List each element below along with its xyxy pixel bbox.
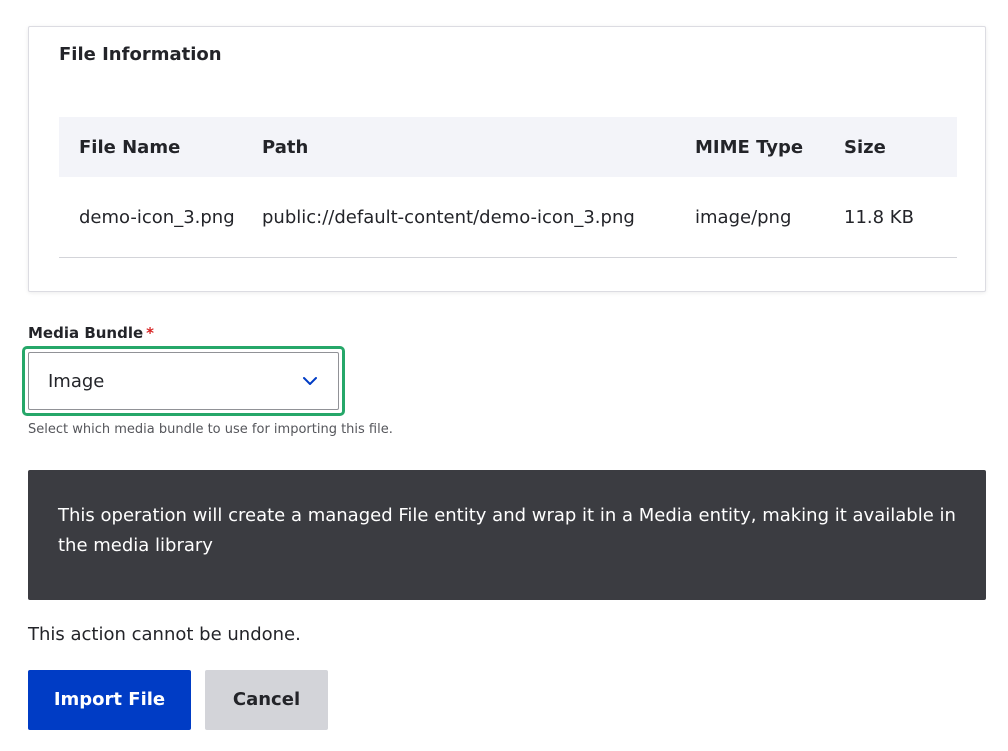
import-file-page: File Information File Name Path MIME Typ… bbox=[0, 0, 1008, 751]
table-row: demo-icon_3.png public://default-content… bbox=[59, 177, 957, 258]
column-header-size: Size bbox=[844, 117, 957, 177]
file-information-table: File Name Path MIME Type Size demo-icon_… bbox=[59, 117, 957, 258]
media-bundle-help-text: Select which media bundle to use for imp… bbox=[28, 422, 393, 437]
cancel-button[interactable]: Cancel bbox=[205, 670, 328, 730]
undo-warning-text: This action cannot be undone. bbox=[28, 624, 301, 645]
operation-notice-text: This operation will create a managed Fil… bbox=[58, 505, 956, 556]
cell-path: public://default-content/demo-icon_3.png bbox=[262, 177, 695, 258]
import-file-button[interactable]: Import File bbox=[28, 670, 191, 730]
chevron-down-icon bbox=[303, 377, 317, 385]
cell-mime-type: image/png bbox=[695, 177, 844, 258]
cell-file-name: demo-icon_3.png bbox=[59, 177, 262, 258]
required-marker: * bbox=[146, 324, 155, 342]
file-information-card: File Information File Name Path MIME Typ… bbox=[28, 26, 986, 292]
file-information-title: File Information bbox=[59, 44, 222, 65]
column-header-mime-type: MIME Type bbox=[695, 117, 844, 177]
column-header-path: Path bbox=[262, 117, 695, 177]
column-header-file-name: File Name bbox=[59, 117, 262, 177]
operation-notice: This operation will create a managed Fil… bbox=[28, 470, 986, 600]
media-bundle-select[interactable]: Image bbox=[28, 352, 339, 410]
media-bundle-label-text: Media Bundle bbox=[28, 324, 144, 342]
table-header-row: File Name Path MIME Type Size bbox=[59, 117, 957, 177]
cell-size: 11.8 KB bbox=[844, 177, 957, 258]
media-bundle-label: Media Bundle * bbox=[28, 324, 154, 342]
media-bundle-focus-ring: Image bbox=[22, 346, 345, 416]
media-bundle-selected-value: Image bbox=[48, 371, 105, 392]
